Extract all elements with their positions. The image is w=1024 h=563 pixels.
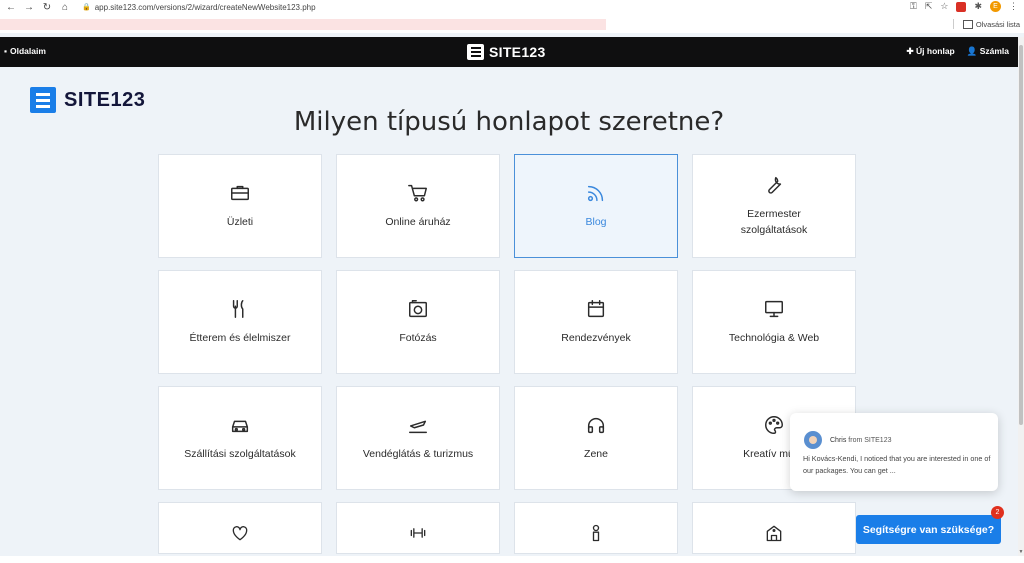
category-grid: Üzleti Online áruház Blog Ezermester szolgá…	[158, 154, 856, 554]
bookmarks-bar: Olvasási lista	[0, 16, 1024, 32]
rss-icon	[587, 185, 604, 202]
home-icon[interactable]: ⌂	[58, 2, 72, 13]
star-icon[interactable]: ☆	[940, 1, 948, 12]
cart-icon	[408, 184, 427, 202]
category-card[interactable]: Zene	[514, 386, 678, 490]
category-label: Blog	[585, 216, 607, 228]
browser-chrome: ← → ↻ ⌂ 🔒 app.site123.com/versions/2/wiz…	[0, 0, 1024, 33]
app-topbar: ▪ Oldalaim SITE123 ✚ Új honlap 👤 Számla	[0, 37, 1018, 67]
category-card[interactable]: Étterem és élelmiszer	[158, 270, 322, 374]
address-bar: ← → ↻ ⌂ 🔒 app.site123.com/versions/2/wiz…	[0, 0, 1024, 14]
scroll-down-icon[interactable]: ▼	[1018, 549, 1024, 555]
agent-avatar	[804, 431, 822, 449]
chat-message: Hi Kovács-Kendi, I noticed that you are …	[803, 454, 991, 475]
separator	[952, 19, 954, 29]
category-card[interactable]: Üzleti	[158, 154, 322, 258]
bottom-strip	[0, 556, 1024, 563]
reading-list-icon	[962, 19, 973, 29]
palette-icon	[765, 416, 783, 434]
building-icon	[766, 525, 782, 542]
account-label: Számla	[979, 46, 1009, 56]
category-card[interactable]: Vendéglátás & turizmus	[336, 386, 500, 490]
category-card[interactable]: Fotózás	[336, 270, 500, 374]
heart-icon	[232, 526, 248, 541]
headphones-icon	[587, 417, 605, 434]
menu-kebab-icon[interactable]: ⋮	[1009, 1, 1018, 12]
key-icon[interactable]: ⚿	[910, 1, 917, 12]
category-card[interactable]: Blog	[514, 154, 678, 258]
chat-header: Chris from SITE123	[804, 431, 891, 449]
reading-list[interactable]: Olvasási lista	[952, 19, 1020, 29]
category-card[interactable]: Rendezvények	[514, 270, 678, 374]
topbar-logo[interactable]: SITE123	[467, 44, 546, 60]
notification-badge: 2	[991, 506, 1004, 519]
camera-icon	[409, 300, 427, 318]
new-site-label: Új honlap	[916, 46, 955, 56]
extension-icon[interactable]	[956, 1, 967, 12]
help-button[interactable]: Segítségre van szüksége?	[856, 515, 1001, 544]
reload-icon[interactable]: ↻	[40, 2, 54, 13]
category-label: Vendéglátás & turizmus	[362, 448, 474, 460]
puzzle-icon[interactable]: ✱	[974, 1, 982, 12]
cutlery-icon	[232, 300, 244, 318]
topbar-brand: SITE123	[489, 44, 546, 60]
category-label: Fotózás	[399, 332, 437, 344]
category-label: Technológia & Web	[728, 332, 820, 344]
category-card[interactable]	[514, 502, 678, 554]
my-sites-label: Oldalaim	[10, 46, 46, 56]
account-button[interactable]: 👤 Számla	[967, 46, 1009, 57]
category-card[interactable]	[158, 502, 322, 554]
wrench-icon	[768, 176, 782, 194]
site123-logo-icon	[467, 44, 484, 60]
chat-sender: Chris	[830, 436, 847, 444]
category-label: Étterem és élelmiszer	[189, 332, 291, 344]
reading-list-label: Olvasási lista	[975, 19, 1020, 29]
sites-icon: ▪	[4, 46, 8, 56]
category-card[interactable]	[336, 502, 500, 554]
category-label: Szállítási szolgáltatások	[184, 448, 296, 460]
category-card[interactable]: Ezermester szolgáltatások	[692, 154, 856, 258]
page-title: Milyen típusú honlapot szeretne?	[293, 107, 725, 137]
category-label: Online áruház	[385, 216, 451, 228]
monitor-icon	[765, 300, 783, 318]
blurred-region	[0, 19, 606, 30]
my-sites-link[interactable]: ▪ Oldalaim	[4, 46, 46, 56]
person-icon	[592, 524, 600, 542]
chat-from: from SITE123	[848, 436, 892, 444]
calendar-icon	[587, 300, 605, 318]
forward-icon[interactable]: →	[22, 2, 36, 13]
share-icon[interactable]: ⇱	[925, 1, 933, 12]
topbar-actions: ✚ Új honlap 👤 Számla	[907, 46, 1009, 57]
chat-popup[interactable]: Chris from SITE123 Hi Kovács-Kendi, I no…	[790, 413, 998, 491]
category-label: Üzleti	[226, 216, 254, 228]
category-card[interactable]: Online áruház	[336, 154, 500, 258]
dumbbell-icon	[410, 528, 426, 538]
category-card[interactable]: Technológia & Web	[692, 270, 856, 374]
back-icon[interactable]: ←	[4, 2, 18, 13]
url-field[interactable]: 🔒 app.site123.com/versions/2/wizard/crea…	[82, 3, 316, 12]
scrollbar[interactable]: ▼	[1018, 37, 1024, 557]
plane-icon	[409, 420, 427, 434]
category-label: Rendezvények	[561, 332, 631, 344]
lock-icon: 🔒	[82, 4, 91, 11]
category-card[interactable]	[692, 502, 856, 554]
category-label: Zene	[584, 448, 608, 460]
car-icon	[231, 420, 249, 433]
briefcase-icon	[231, 185, 249, 201]
scrollbar-thumb[interactable]	[1019, 45, 1023, 425]
profile-avatar[interactable]: E	[990, 1, 1001, 12]
browser-toolbar-right: ⚿ ⇱ ☆ ✱ E ⋮	[910, 1, 1018, 12]
url-text: app.site123.com/versions/2/wizard/create…	[94, 2, 316, 12]
category-card[interactable]: Szállítási szolgáltatások	[158, 386, 322, 490]
new-site-button[interactable]: ✚ Új honlap	[907, 46, 955, 57]
category-label: Ezermester szolgáltatások	[740, 208, 808, 236]
